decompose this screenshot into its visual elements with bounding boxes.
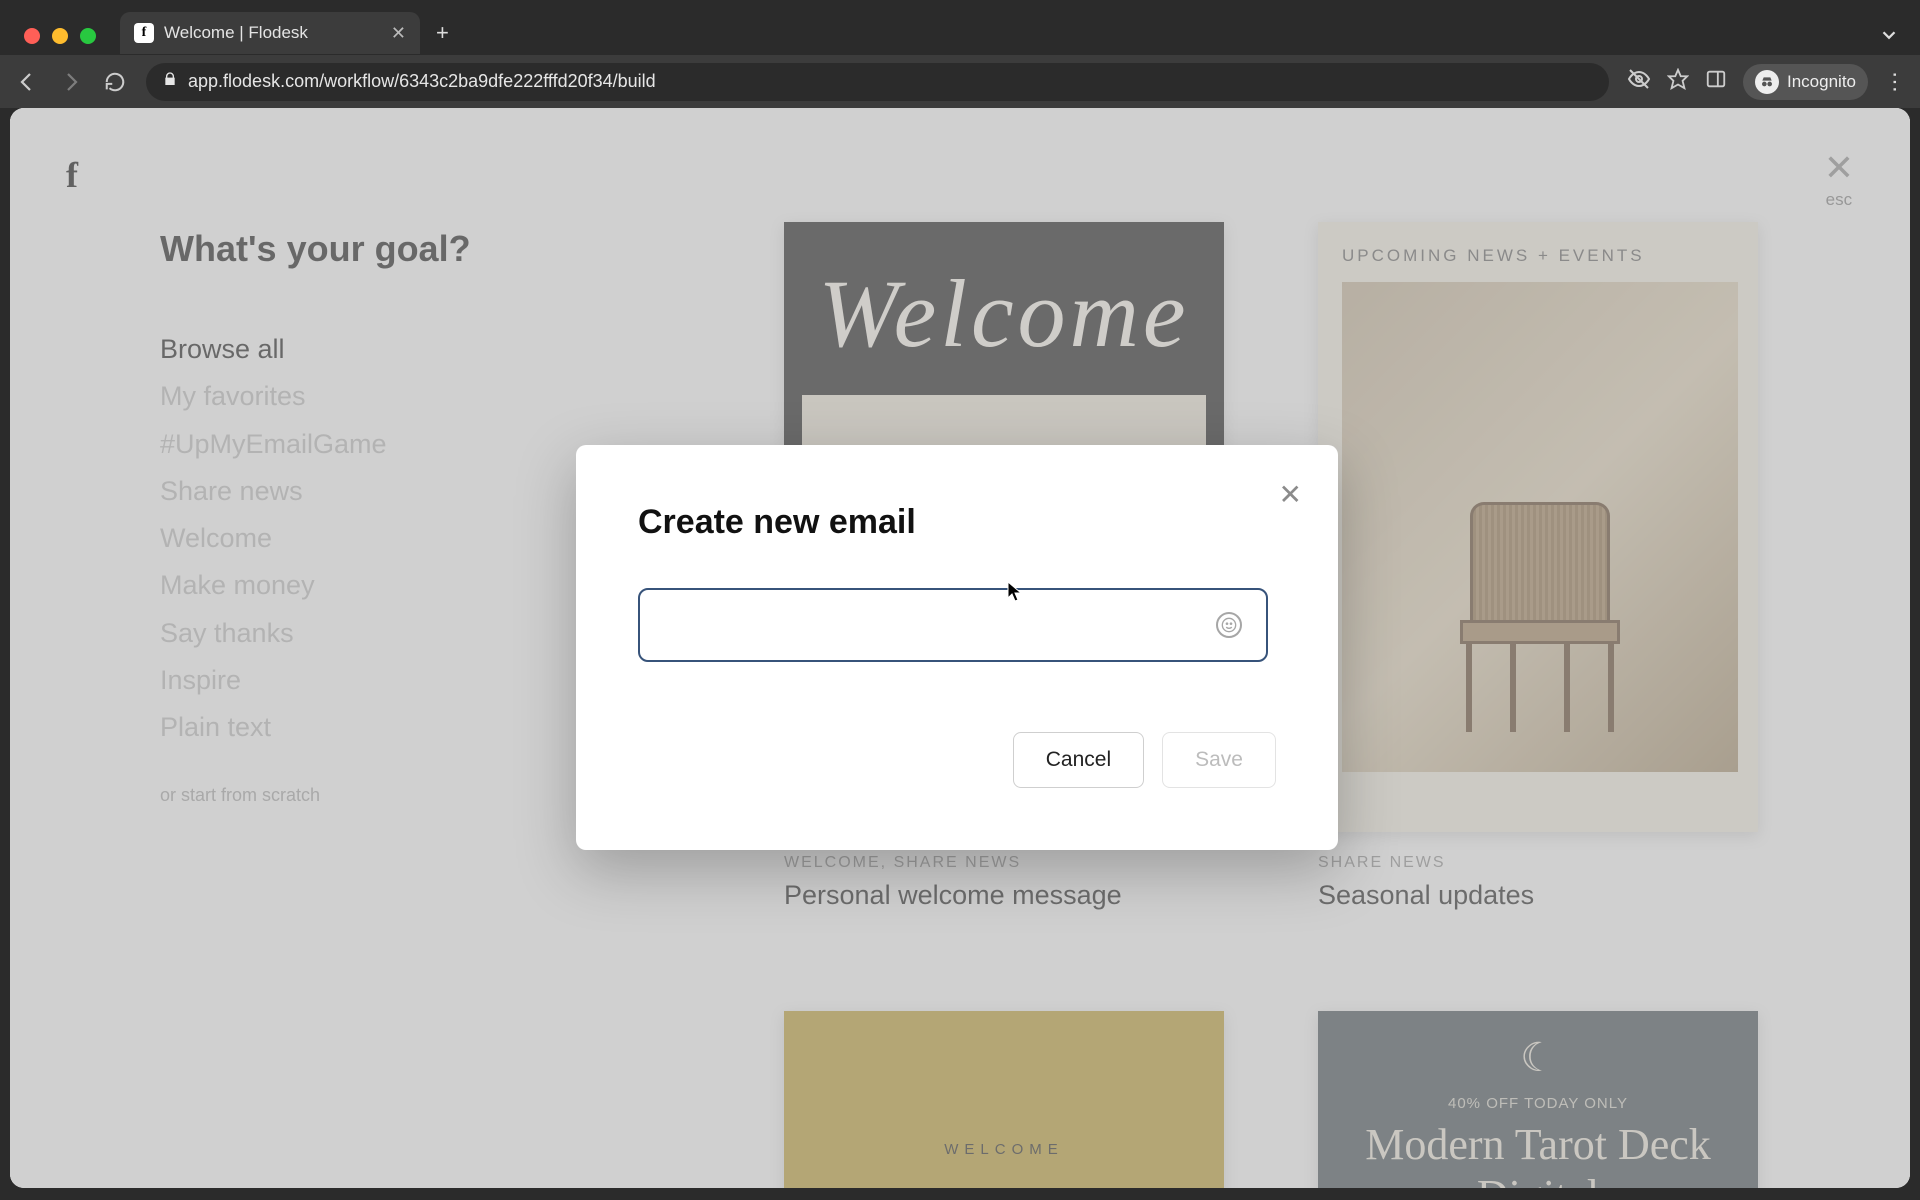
browser-menu-icon[interactable]: ⋯ [1882, 71, 1908, 93]
tabs-overflow-icon[interactable] [1878, 24, 1900, 51]
address-bar[interactable]: app.flodesk.com/workflow/6343c2ba9dfe222… [146, 63, 1609, 101]
save-button[interactable]: Save [1162, 732, 1276, 788]
eye-off-icon[interactable] [1627, 67, 1651, 96]
incognito-icon [1755, 70, 1779, 94]
window-controls [24, 28, 96, 44]
app-viewport: f ✕ esc What's your goal? Browse all My … [10, 108, 1910, 1188]
incognito-label: Incognito [1787, 72, 1856, 92]
browser-tab[interactable]: f Welcome | Flodesk ✕ [120, 12, 420, 54]
tab-title: Welcome | Flodesk [164, 23, 308, 43]
url-bar: app.flodesk.com/workflow/6343c2ba9dfe222… [0, 55, 1920, 108]
tab-bar: f Welcome | Flodesk ✕ + [120, 12, 465, 54]
mouse-cursor-icon [1007, 581, 1023, 603]
reload-button[interactable] [102, 69, 128, 95]
window-minimize-button[interactable] [52, 28, 68, 44]
forward-button[interactable] [58, 69, 84, 95]
toolbar-right: Incognito ⋯ [1627, 64, 1906, 100]
new-tab-button[interactable]: + [420, 20, 465, 46]
modal-actions: Cancel Save [638, 732, 1276, 788]
lock-icon [162, 71, 178, 92]
panel-icon[interactable] [1705, 68, 1727, 95]
url-text: app.flodesk.com/workflow/6343c2ba9dfe222… [188, 71, 656, 92]
browser-chrome: f Welcome | Flodesk ✕ + app.flodesk.com/… [0, 0, 1920, 108]
window-close-button[interactable] [24, 28, 40, 44]
tab-favicon-icon: f [134, 23, 154, 43]
email-name-input[interactable] [638, 588, 1268, 662]
cancel-button[interactable]: Cancel [1013, 732, 1144, 788]
create-email-modal: ✕ Create new email Cancel Save [576, 445, 1338, 850]
window-zoom-button[interactable] [80, 28, 96, 44]
modal-title: Create new email [638, 503, 1276, 542]
modal-input-wrap [638, 588, 1268, 662]
tab-close-icon[interactable]: ✕ [391, 23, 406, 44]
incognito-badge[interactable]: Incognito [1743, 64, 1868, 100]
bookmark-star-icon[interactable] [1667, 68, 1689, 95]
back-button[interactable] [14, 69, 40, 95]
modal-close-button[interactable]: ✕ [1279, 481, 1302, 509]
emoji-picker-button[interactable] [1216, 612, 1242, 638]
